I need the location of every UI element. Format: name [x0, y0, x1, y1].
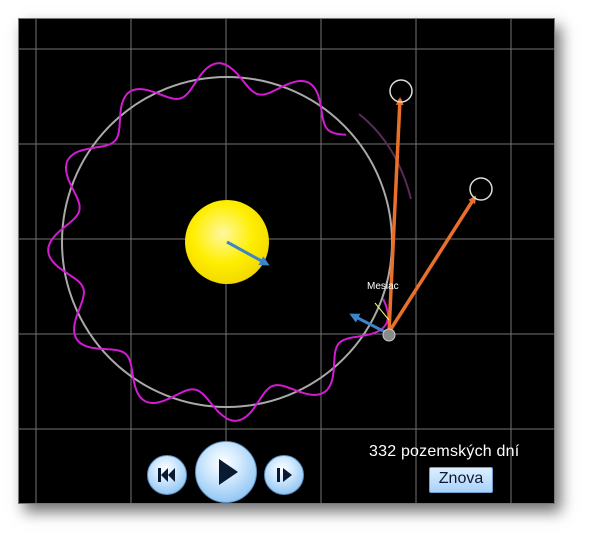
sun-direction-marker — [389, 79, 413, 103]
moon-label: Mesiac — [367, 281, 399, 292]
simulation-canvas[interactable]: Mesiac 332 pozemských dní Znova — [18, 18, 555, 504]
play-button[interactable] — [195, 441, 257, 503]
step-forward-icon — [277, 468, 292, 482]
grid — [19, 19, 554, 503]
skip-to-start-icon — [158, 468, 175, 482]
elapsed-days-label: 332 pozemských dní — [369, 443, 520, 460]
rewind-button[interactable] — [147, 455, 187, 495]
force-arrow-earth — [387, 195, 477, 333]
earth-direction-marker — [469, 177, 493, 201]
step-forward-button[interactable] — [264, 455, 304, 495]
reset-button[interactable]: Znova — [429, 467, 493, 493]
play-icon — [219, 459, 238, 485]
moon — [382, 328, 396, 342]
orbit-scene — [19, 19, 554, 503]
orbit-trail — [358, 113, 412, 200]
